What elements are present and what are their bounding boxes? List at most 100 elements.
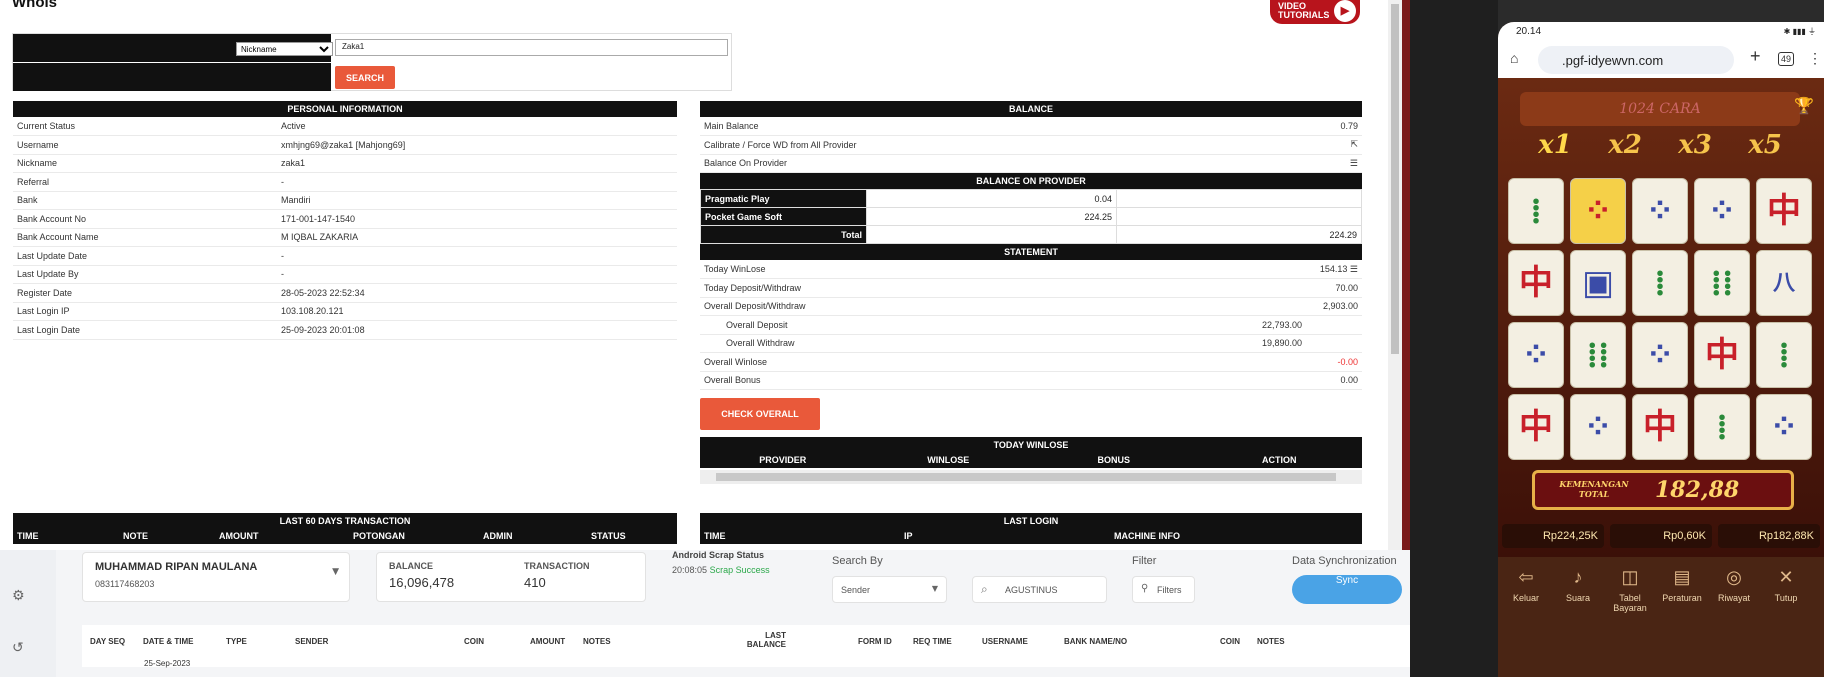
personal-value: 25-09-2023 20:01:08 [277, 320, 677, 340]
balance-header: BALANCE [700, 101, 1362, 117]
filter-label: Filter [1132, 555, 1157, 567]
balance-on-provider-row: Balance On Provider ☰ [700, 154, 1362, 173]
search-input[interactable]: ⌕ AGUSTINUS [972, 576, 1107, 603]
sound-button[interactable]: ♪ Suara [1552, 567, 1604, 603]
filters-button[interactable]: ⚲ Filters [1132, 576, 1195, 603]
search-value: AGUSTINUS [1005, 585, 1058, 595]
history-icon: ◎ [1726, 567, 1742, 587]
mahjong-tile: ⁘ [1632, 322, 1688, 388]
filters-label: Filters [1157, 585, 1182, 595]
personal-label: Nickname [13, 154, 277, 173]
scrap-status-label: Android Scrap Status [672, 550, 765, 560]
clock: 20.14 [1516, 26, 1542, 37]
external-link-icon[interactable]: ⇱ [1271, 135, 1362, 155]
multiplier: x3 [1678, 130, 1712, 160]
label: Overall Deposit/Withdraw [700, 297, 1040, 316]
close-icon: ✕ [1778, 567, 1794, 587]
personal-row: Bank Account No 171-001-147-1540 [13, 209, 677, 229]
close-button[interactable]: ✕ Tutup [1760, 567, 1812, 603]
vertical-scrollbar[interactable] [1388, 0, 1402, 550]
col-bonus: BONUS [1097, 455, 1130, 465]
value: 2,903.00 [1039, 297, 1362, 316]
video-tutorials-button[interactable]: VIDEO TUTORIALS ▶ [1270, 0, 1360, 24]
account-selector[interactable]: MUHAMMAD RIPAN MAULANA 083117468203 ▼ [82, 552, 350, 602]
chart-icon: ◫ [1621, 567, 1639, 587]
personal-value: - [277, 172, 677, 192]
scroll-thumb[interactable] [1391, 4, 1399, 354]
settings-icon[interactable]: ⚙ [12, 588, 25, 604]
col-action: ACTION [1262, 455, 1297, 465]
exit-button[interactable]: ⇦ Keluar [1500, 567, 1552, 603]
mahjong-tile: 中 [1694, 322, 1750, 388]
home-icon[interactable]: ⌂ [1510, 50, 1518, 66]
personal-value: - [277, 265, 677, 284]
label: Main Balance [700, 117, 1272, 136]
paytable-button[interactable]: ◫ Tabel Bayaran [1604, 567, 1656, 613]
scroll-thumb[interactable] [716, 473, 1336, 481]
provider-row: Pragmatic Play 0.04 [700, 189, 1362, 208]
rules-button[interactable]: ▤ Peraturan [1656, 567, 1708, 603]
menu-label: Tabel Bayaran [1613, 593, 1647, 613]
col: COIN [464, 637, 484, 646]
search-by-select[interactable]: Sender ▼ [832, 576, 947, 603]
statement-header: STATEMENT [700, 244, 1362, 260]
sync-button[interactable]: Sync [1292, 575, 1402, 604]
calibrate-row: Calibrate / Force WD from All Provider ⇱ [700, 135, 1362, 155]
tabs-count[interactable]: 49 [1778, 52, 1795, 66]
multipliers: x1 x2 x3 x5 [1520, 130, 1810, 170]
personal-value: 103.108.20.121 [277, 302, 677, 321]
col: POTONGAN [353, 531, 405, 541]
menu-label: Keluar [1512, 593, 1539, 603]
list-icon[interactable]: ☰ [1271, 154, 1362, 173]
video-label: VIDEO TUTORIALS [1278, 1, 1330, 20]
search-by-label: Search By [832, 555, 883, 567]
personal-value: 28-05-2023 22:52:34 [277, 283, 677, 303]
col: REQ TIME [913, 637, 952, 646]
menu-label: Tutup [1774, 593, 1798, 603]
first-row-date: 25-Sep-2023 [144, 659, 191, 668]
personal-value: Mandiri [277, 191, 677, 210]
personal-row: Last Login IP 103.108.20.121 [13, 302, 677, 321]
value: 70.00 [1039, 278, 1362, 298]
col: IP [904, 531, 913, 541]
history-button[interactable]: ◎ Riwayat [1708, 567, 1760, 603]
chevron-down-icon: ▼ [332, 567, 339, 577]
col: SENDER [295, 637, 329, 646]
menu-dots-icon[interactable]: ⋮ [1808, 50, 1822, 67]
search-input[interactable]: Zaka1 [335, 39, 728, 56]
personal-value: Active [277, 117, 677, 136]
menu-label: Peraturan [1662, 593, 1702, 603]
list-icon[interactable]: ☰ [1350, 264, 1358, 274]
scrap-status: Scrap Success [709, 565, 770, 575]
balance-panel: BALANCE Main Balance 0.79 Calibrate / For… [700, 101, 1362, 484]
personal-row: Last Update By - [13, 265, 677, 284]
new-tab-icon[interactable]: + [1750, 46, 1761, 67]
mahjong-tile: ⁘ [1508, 322, 1564, 388]
statement-row: Today WinLose 154.13 ☰ [700, 260, 1362, 279]
mahjong-tile: ⁘ [1694, 178, 1750, 244]
sync-label: Data Synchronization [1292, 555, 1397, 567]
provider-value: 0.04 [866, 189, 1117, 208]
personal-label: Last Login Date [13, 320, 277, 340]
balance-value: 16,096,478 [389, 575, 455, 590]
win-label: KEMENANGAN TOTAL [1559, 479, 1629, 499]
horizontal-scrollbar[interactable] [700, 470, 1362, 484]
url-bar[interactable]: .pgf-idyewvn.com [1538, 46, 1734, 74]
search-field-select[interactable]: Nickname [236, 42, 333, 56]
balance-chip: Rp224,25K [1502, 524, 1604, 548]
personal-label: Current Status [13, 117, 277, 136]
search-button[interactable]: SEARCH [335, 66, 395, 89]
game-canvas[interactable]: 1024 CARA 🏆 x1 x2 x3 x5 ⁞ ⁘ ⁘ ⁘ 中 中 ▣ ⁞ ⁞⁞ 八 ⁘ ⁞⁞ ⁘ 中 ⁞… [1498, 78, 1824, 557]
col: AMOUNT [530, 637, 566, 646]
trophy-icon[interactable]: 🏆 [1794, 96, 1814, 115]
personal-table: Current Status Active Username xmhjng69@zak… [13, 117, 677, 340]
url-text: .pgf-idyewvn.com [1562, 53, 1664, 68]
history-icon[interactable]: ↺ [12, 640, 24, 656]
exit-icon: ⇦ [1518, 567, 1534, 587]
personal-label: Bank [13, 191, 277, 210]
statement-row: Today Deposit/Withdraw 70.00 [700, 278, 1362, 298]
transaction-value: 410 [524, 575, 546, 590]
col: TIME [704, 531, 726, 541]
label: Today Deposit/Withdraw [700, 278, 1040, 298]
check-overall-button[interactable]: CHECK OVERALL [700, 398, 820, 430]
